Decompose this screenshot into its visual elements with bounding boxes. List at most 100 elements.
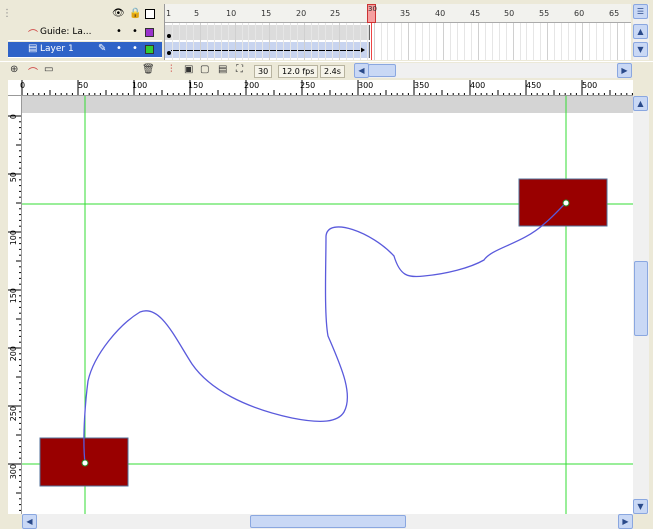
frame-cell-divider <box>241 23 243 60</box>
frame-cell-divider <box>262 23 264 60</box>
timeline-menu-icon[interactable]: ☰ <box>633 4 648 19</box>
timeline-panel: ⋮ 👁 🔒 ⌒ Guide: La... • • ▤ Layer 1 ✎ • • <box>0 0 653 80</box>
frame-cell-divider <box>359 23 361 60</box>
frame-cell-divider <box>456 23 458 60</box>
insert-folder-icon[interactable]: ▭ <box>44 64 53 75</box>
motion-tween-arrowhead <box>360 47 365 53</box>
scroll-thumb[interactable] <box>250 515 406 528</box>
keyframe-marker[interactable] <box>167 34 171 38</box>
ruler-label: 100 <box>132 81 148 90</box>
layer-row-guide[interactable]: ⌒ Guide: La... • • <box>8 25 162 41</box>
registration-point-start[interactable] <box>81 459 89 467</box>
add-guide-layer-icon[interactable]: ⌒ <box>28 64 38 79</box>
layer-color-swatch[interactable] <box>145 28 154 37</box>
frame-cell-divider <box>575 23 577 60</box>
frame-number: 65 <box>609 9 620 18</box>
frame-number: 25 <box>330 9 341 18</box>
motion-guide-path[interactable] <box>83 202 567 464</box>
stage-horizontal-scrollbar[interactable]: ◀ ▶ <box>22 514 633 529</box>
frame-cell-divider <box>519 23 521 60</box>
frame-cell-divider <box>192 23 194 60</box>
current-frame-field: 30 <box>254 65 273 78</box>
ruler-label: 50 <box>9 172 18 183</box>
frame-rate-field[interactable]: 12.0 fps <box>278 65 319 78</box>
scroll-down-button[interactable]: ▼ <box>633 499 648 514</box>
frame-cell-divider <box>477 23 479 60</box>
frame-cell-divider <box>387 23 389 60</box>
ruler-label: 350 <box>414 81 430 90</box>
modify-onion-markers-icon[interactable]: ⛶ <box>236 64 243 75</box>
frame-number: 60 <box>574 9 585 18</box>
frame-cell-divider <box>568 23 570 60</box>
ruler-label: 0 <box>9 114 18 120</box>
frame-cell-divider <box>450 23 451 60</box>
frame-cell-divider <box>623 23 625 60</box>
visibility-dot[interactable]: • <box>116 43 122 54</box>
guide-layer-icon: ⌒ <box>28 30 38 41</box>
frame-number: 15 <box>261 9 272 18</box>
flash-editor-window: ⋮ 👁 🔒 ⌒ Guide: La... • • ▤ Layer 1 ✎ • • <box>0 0 653 529</box>
playhead[interactable]: 30 <box>367 4 377 23</box>
frame-cell-divider <box>234 23 236 60</box>
insert-layer-icon[interactable]: ⊕ <box>10 64 18 75</box>
onion-skin-outlines-icon[interactable]: ▢ <box>200 64 209 75</box>
delete-layer-icon[interactable]: 🗑 <box>142 64 155 75</box>
frame-cell-divider <box>290 23 292 60</box>
frame-cell-divider <box>602 23 604 60</box>
frame-cell-divider <box>185 23 187 60</box>
frame-cell-divider <box>276 23 278 60</box>
stage-canvas[interactable] <box>22 96 633 514</box>
registration-point-end[interactable] <box>562 199 570 207</box>
frame-cell-divider <box>394 23 396 60</box>
scroll-thumb[interactable] <box>634 261 648 336</box>
frame-cell-divider <box>366 23 368 60</box>
edit-multiple-frames-icon[interactable]: ▤ <box>218 64 227 75</box>
layer-color-swatch[interactable] <box>145 45 154 54</box>
timeline-horizontal-scrollbar[interactable]: ◀ ▶ <box>354 63 632 78</box>
eye-icon[interactable]: 👁 <box>112 8 125 19</box>
onion-skin-icon[interactable]: ▣ <box>184 64 193 75</box>
scroll-right-button[interactable]: ▶ <box>617 63 632 78</box>
frame-cell-divider <box>415 23 417 60</box>
grip-icon[interactable]: ⋮ <box>2 8 12 19</box>
scroll-up-button[interactable]: ▲ <box>633 96 648 111</box>
frame-cell-divider <box>595 23 597 60</box>
frame-cell-divider <box>345 23 347 60</box>
center-frame-icon[interactable]: ⫶ <box>170 64 173 75</box>
frame-cell-divider <box>443 23 445 60</box>
ruler-label: 250 <box>300 81 316 90</box>
frame-ruler[interactable]: 1 5 10 15 20 25 35 40 45 50 55 60 65 <box>165 4 631 23</box>
frame-number: 55 <box>539 9 550 18</box>
ruler-label: 400 <box>470 81 486 90</box>
frame-cell-divider <box>331 23 333 60</box>
vertical-ruler: 0 50 100 150 200 250 300 <box>8 96 22 514</box>
stage-vertical-scrollbar[interactable]: ▲ ▼ <box>633 96 649 514</box>
keyframe-marker[interactable] <box>167 51 171 55</box>
scroll-up-button[interactable]: ▲ <box>633 24 648 39</box>
lock-icon[interactable]: 🔒 <box>129 8 141 19</box>
frame-cell-divider <box>582 23 584 60</box>
layer-name: Layer 1 <box>40 44 74 54</box>
visibility-dot[interactable]: • <box>116 26 122 37</box>
scroll-left-button[interactable]: ◀ <box>354 63 369 78</box>
ruler-ticks <box>8 115 21 511</box>
timeline-vertical-scrollbar[interactable]: ☰ ▲ ▼ <box>633 4 649 60</box>
frame-cell-divider <box>304 23 306 60</box>
ruler-label: 250 <box>9 406 18 422</box>
frame-cell-divider <box>213 23 215 60</box>
frame-cell-divider <box>317 23 319 60</box>
frame-cell-divider <box>220 23 222 60</box>
lock-dot[interactable]: • <box>132 43 138 54</box>
frame-cell-divider <box>547 23 549 60</box>
scroll-down-button[interactable]: ▼ <box>633 42 648 57</box>
ruler-label: 300 <box>358 81 374 90</box>
layer-row-layer1[interactable]: ▤ Layer 1 ✎ • • <box>8 42 162 58</box>
frame-grid[interactable]: 1 5 10 15 20 25 35 40 45 50 55 60 65 30 <box>164 4 631 60</box>
frame-cell-divider <box>283 23 285 60</box>
scroll-thumb[interactable] <box>368 64 396 77</box>
lock-dot[interactable]: • <box>132 26 138 37</box>
playhead-line <box>371 23 372 60</box>
outline-icon[interactable] <box>145 9 155 19</box>
scroll-left-button[interactable]: ◀ <box>22 514 37 529</box>
scroll-right-button[interactable]: ▶ <box>618 514 633 529</box>
